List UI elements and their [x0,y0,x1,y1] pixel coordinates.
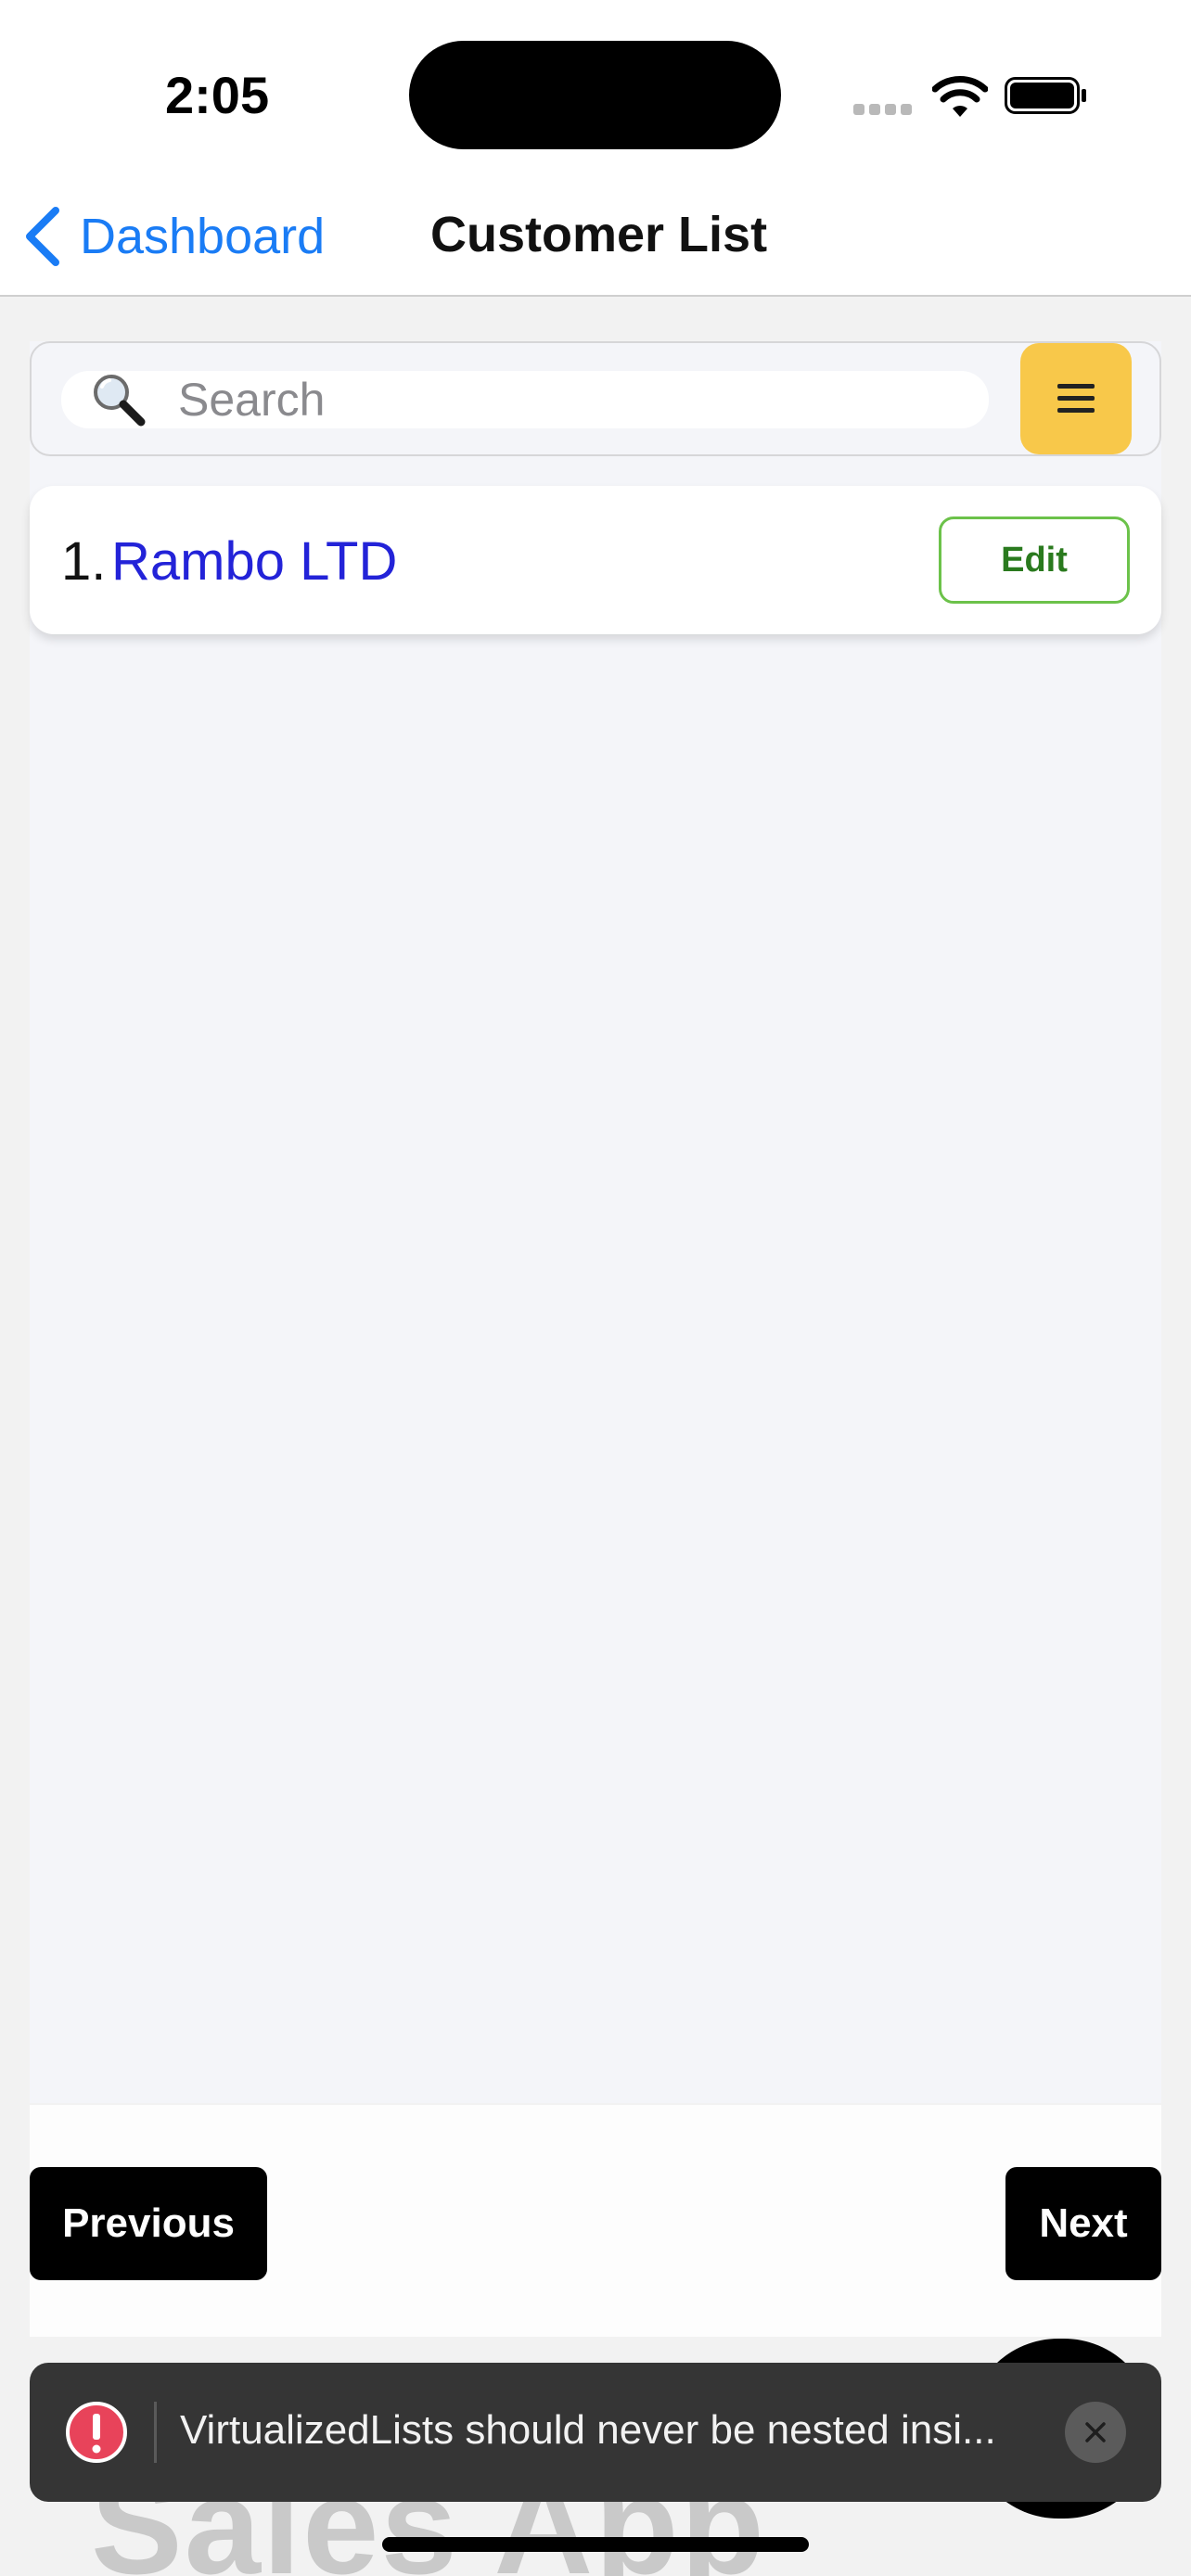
toast-close-button[interactable] [1065,2402,1126,2463]
dynamic-island [409,41,781,149]
toast-divider [154,2402,157,2463]
menu-button[interactable] [1020,343,1132,454]
search-input[interactable] [178,373,976,427]
chevron-left-icon [26,207,59,266]
wifi-icon [932,76,988,117]
page-title: Customer List [430,207,768,262]
search-bar [30,341,1161,456]
search-field[interactable] [61,371,989,428]
edit-button[interactable]: Edit [939,516,1130,604]
error-toast[interactable]: VirtualizedLists should never be nested … [30,2363,1161,2502]
status-time: 2:05 [165,66,270,124]
close-icon [1085,2422,1106,2442]
next-button[interactable]: Next [1005,2167,1161,2280]
status-bar: 2:05 [0,0,1191,176]
previous-button[interactable]: Previous [30,2167,267,2280]
back-button-label: Dashboard [80,209,326,264]
pagination: Previous Next [30,2105,1161,2337]
customer-index: 1. [61,531,107,592]
home-indicator[interactable] [382,2537,809,2552]
toast-message: VirtualizedLists should never be nested … [180,2407,996,2453]
hamburger-icon [1057,384,1095,413]
magnifying-glass-icon [94,375,146,427]
error-icon [66,2402,127,2463]
cellular-signal-icon [853,104,913,117]
navigation-bar: Dashboard Customer List [0,176,1191,297]
battery-icon [1005,77,1086,114]
customer-list-item: 1. Rambo LTD Edit [30,486,1161,634]
customer-name-link[interactable]: Rambo LTD [111,530,397,593]
back-button[interactable]: Dashboard [22,204,325,269]
